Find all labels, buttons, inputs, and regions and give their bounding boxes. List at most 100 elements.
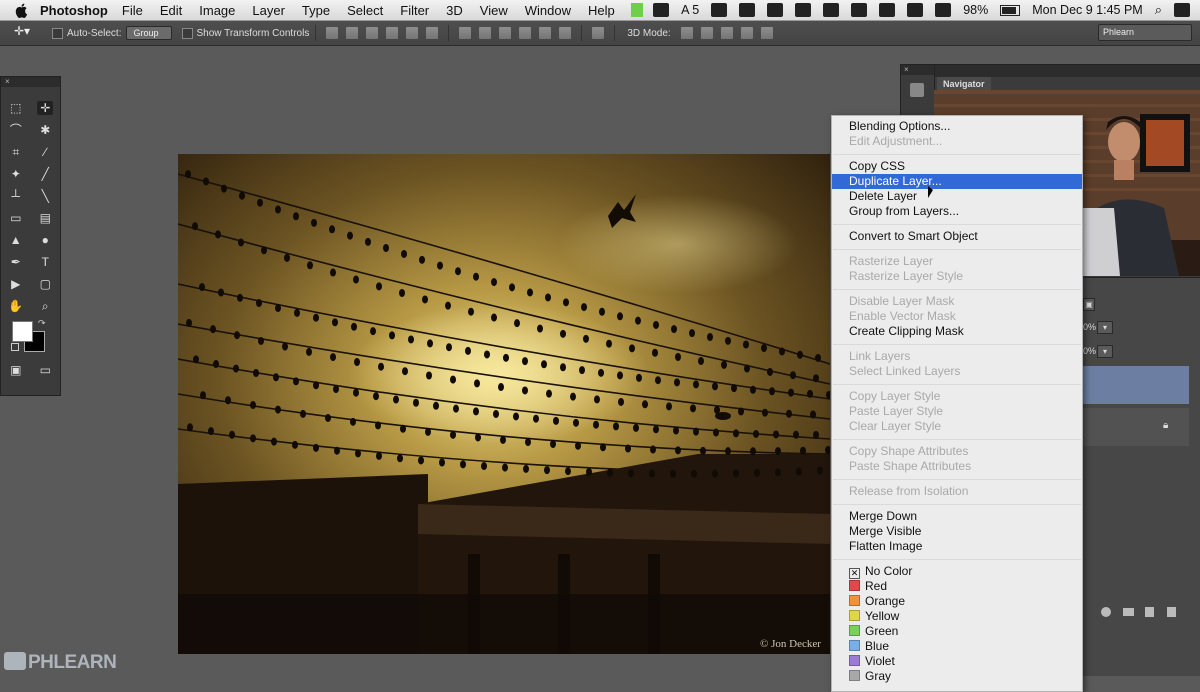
volume-icon[interactable] <box>935 3 952 17</box>
battery-icon[interactable] <box>1000 4 1021 16</box>
menu-edit[interactable]: Edit <box>160 3 182 18</box>
menu-item-group-from-layers[interactable]: Group from Layers... <box>832 204 1082 219</box>
3d-rotate-icon[interactable] <box>680 27 693 39</box>
display-icon[interactable] <box>823 3 840 17</box>
creative-cloud-icon[interactable] <box>795 3 812 17</box>
menu-item-color-yellow[interactable]: Yellow <box>832 609 1082 624</box>
menu-item-duplicate-layer[interactable]: Duplicate Layer... <box>832 174 1082 189</box>
apple-icon[interactable] <box>14 2 30 18</box>
menu-item-color-orange[interactable]: Orange <box>832 594 1082 609</box>
wifi-icon[interactable] <box>907 3 924 17</box>
type-tool-icon[interactable]: T <box>37 255 53 269</box>
magic-wand-tool-icon[interactable]: ✱ <box>37 123 53 137</box>
menu-image[interactable]: Image <box>199 3 235 18</box>
menu-item-flatten-image[interactable]: Flatten Image <box>832 539 1082 554</box>
tools-panel-header[interactable]: × <box>1 77 60 87</box>
distribute-left-icon[interactable] <box>519 27 532 39</box>
menu-file[interactable]: File <box>122 3 143 18</box>
3d-roll-icon[interactable] <box>700 27 713 39</box>
new-group-icon[interactable] <box>1123 608 1134 616</box>
menu-item-merge-visible[interactable]: Merge Visible <box>832 524 1082 539</box>
swap-colors-icon[interactable]: ↷ <box>38 318 46 329</box>
battery-percent[interactable]: 98% <box>963 3 988 17</box>
menu-select[interactable]: Select <box>347 3 383 18</box>
align-hcenter-icon[interactable] <box>406 27 419 39</box>
default-colors-icon[interactable] <box>11 343 19 351</box>
menu-help[interactable]: Help <box>588 3 615 18</box>
menu-item-color-gray[interactable]: Gray <box>832 669 1082 684</box>
play-icon[interactable] <box>767 3 784 17</box>
fill-value[interactable]: 0% <box>1083 346 1096 356</box>
bluetooth-icon[interactable] <box>879 3 896 17</box>
align-bottom-icon[interactable] <box>366 27 379 39</box>
auto-select-dropdown[interactable]: Group <box>126 26 172 40</box>
menu-item-color-green[interactable]: Green <box>832 624 1082 639</box>
fill-dropdown-icon[interactable]: ▾ <box>1097 345 1113 358</box>
opacity-dropdown-icon[interactable]: ▾ <box>1097 321 1113 334</box>
menu-3d[interactable]: 3D <box>446 3 463 18</box>
distribute-vcenter-icon[interactable] <box>479 27 492 39</box>
close-icon[interactable]: × <box>5 77 10 86</box>
menu-item-delete-layer[interactable]: Delete Layer <box>832 189 1082 204</box>
clock[interactable]: Mon Dec 9 1:45 PM <box>1032 3 1142 17</box>
layers-filter-toggle[interactable]: ▣ <box>1083 298 1095 311</box>
new-layer-icon[interactable] <box>1145 607 1154 617</box>
distribute-right-icon[interactable] <box>559 27 572 39</box>
menu-item-merge-down[interactable]: Merge Down <box>832 509 1082 524</box>
history-brush-tool-icon[interactable]: ╲ <box>37 189 53 203</box>
delete-layer-icon[interactable] <box>1167 607 1176 617</box>
distribute-bottom-icon[interactable] <box>499 27 512 39</box>
menu-view[interactable]: View <box>480 3 508 18</box>
menu-item-color-none[interactable]: ✕ No Color <box>832 564 1082 579</box>
menu-item-create-clipping-mask[interactable]: Create Clipping Mask <box>832 324 1082 339</box>
grid-icon[interactable] <box>711 3 728 17</box>
dodge-tool-icon[interactable]: ● <box>37 233 53 247</box>
app-menu-photoshop[interactable]: Photoshop <box>40 3 108 18</box>
menu-item-color-blue[interactable]: Blue <box>832 639 1082 654</box>
blur-tool-icon[interactable]: ▲ <box>8 233 24 247</box>
align-vcenter-icon[interactable] <box>346 27 359 39</box>
move-tool-icon[interactable]: ✛ <box>37 101 54 115</box>
layer-row-selected[interactable] <box>1081 366 1189 404</box>
time-machine-icon[interactable] <box>851 3 868 17</box>
pen-tool-icon[interactable]: ✒ <box>8 255 24 269</box>
show-transform-checkbox[interactable] <box>181 27 193 39</box>
opacity-value[interactable]: 0% <box>1083 322 1096 332</box>
history-panel-icon[interactable] <box>910 83 924 97</box>
dock-header[interactable]: × <box>901 65 935 75</box>
eraser-tool-icon[interactable]: ▭ <box>8 211 24 225</box>
menu-filter[interactable]: Filter <box>400 3 429 18</box>
menu-layer[interactable]: Layer <box>252 3 285 18</box>
workspace-dropdown[interactable]: Phlearn <box>1098 24 1192 41</box>
move-tool-preset-icon[interactable]: ✛▾ <box>14 24 42 42</box>
hand-tool-icon[interactable]: ✋ <box>8 299 24 313</box>
eyedropper-tool-icon[interactable]: ∕ <box>37 145 53 159</box>
brush-tool-icon[interactable]: ╱ <box>37 167 53 181</box>
close-icon[interactable]: × <box>904 65 909 74</box>
layer-row-background[interactable]: 🔒︎ <box>1081 408 1189 446</box>
3d-slide-icon[interactable] <box>740 27 753 39</box>
menu-type[interactable]: Type <box>302 3 330 18</box>
healing-brush-tool-icon[interactable]: ✦ <box>8 167 24 181</box>
menu-item-blending-options[interactable]: Blending Options... <box>832 119 1082 134</box>
menu-window[interactable]: Window <box>525 3 571 18</box>
marquee-tool-icon[interactable]: ⬚ <box>8 101 24 115</box>
navigator-panel-header[interactable] <box>935 65 1200 77</box>
3d-scale-icon[interactable] <box>760 27 773 39</box>
screen-mode-icon[interactable]: ▭ <box>37 363 53 377</box>
adjustment-layer-icon[interactable] <box>1101 607 1111 617</box>
foreground-color-swatch[interactable] <box>12 321 33 342</box>
align-top-icon[interactable] <box>326 27 339 39</box>
search-icon[interactable]: ⌕ <box>1155 3 1162 17</box>
distribute-hcenter-icon[interactable] <box>539 27 552 39</box>
align-right-icon[interactable] <box>426 27 439 39</box>
google-drive-icon[interactable] <box>653 3 670 17</box>
rectangle-tool-icon[interactable]: ▢ <box>37 277 53 291</box>
menu-item-color-red[interactable]: Red <box>832 579 1082 594</box>
path-selection-tool-icon[interactable]: ▶ <box>8 277 24 291</box>
clone-stamp-tool-icon[interactable]: ┴ <box>8 189 24 203</box>
menu-item-copy-css[interactable]: Copy CSS <box>832 159 1082 174</box>
notifications-icon[interactable] <box>1174 3 1190 17</box>
3d-pan-icon[interactable] <box>720 27 733 39</box>
document-canvas[interactable] <box>178 154 830 654</box>
